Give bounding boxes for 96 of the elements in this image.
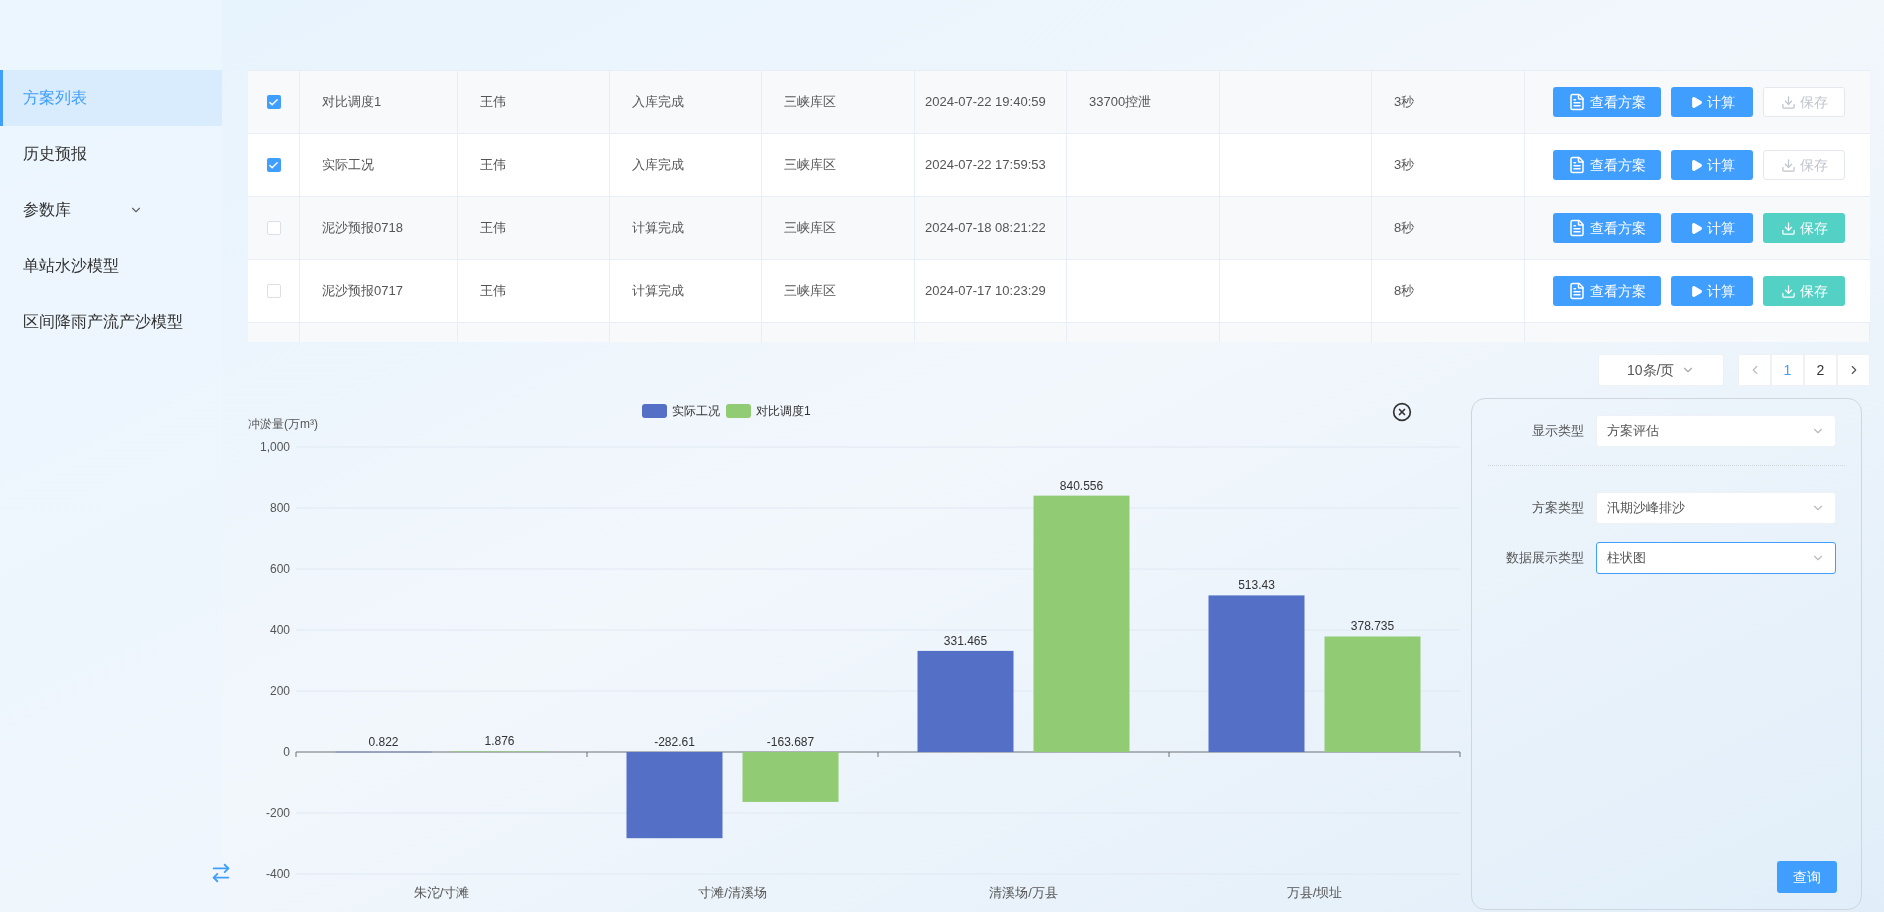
play-icon	[1689, 221, 1703, 235]
document-icon	[1568, 282, 1586, 300]
table-cell-text: 王伟	[480, 282, 506, 301]
data-label: 840.556	[1059, 478, 1104, 493]
sidebar-item[interactable]: 区间降雨产流产沙模型	[0, 294, 222, 350]
play-icon	[1689, 284, 1703, 298]
document-icon	[1568, 219, 1586, 237]
table-cell-text: 2024-07-18 08:21:22	[925, 219, 1047, 237]
document-icon	[1568, 156, 1586, 174]
save-button[interactable]: 保存	[1763, 276, 1845, 306]
sidebar-item[interactable]: 方案列表	[0, 70, 222, 126]
download-icon	[1780, 220, 1796, 236]
download-icon	[1780, 94, 1796, 110]
table-cell-text: 2024-07-22 17:59:53	[925, 156, 1047, 174]
table-cell-text: 王伟	[480, 156, 506, 175]
table-cell-text: 8秒	[1394, 282, 1415, 301]
category-label: 寸滩/清溪场	[698, 885, 767, 900]
legend-item[interactable]: 对比调度1	[726, 404, 811, 418]
page-button[interactable]: 2	[1804, 354, 1837, 386]
table-cell-text: 三峡库区	[784, 93, 836, 112]
table-cell-text: 三峡库区	[784, 219, 836, 238]
download-icon	[1780, 283, 1796, 299]
check-icon	[268, 159, 279, 171]
table-cell-text: 2024-07-17 10:23:29	[925, 282, 1047, 300]
view-plan-button[interactable]: 查看方案	[1553, 87, 1661, 117]
view-plan-button[interactable]: 查看方案	[1553, 276, 1661, 306]
next-page-button[interactable]	[1837, 354, 1870, 386]
calculate-button[interactable]: 计算	[1671, 213, 1753, 243]
calculate-button[interactable]: 计算	[1671, 276, 1753, 306]
row-checkbox[interactable]	[266, 158, 281, 172]
swap-arrows-icon[interactable]	[210, 862, 232, 884]
table-cell-text: 8秒	[1394, 219, 1415, 238]
y-tick-label: 1,000	[259, 440, 290, 454]
document-icon	[1568, 93, 1586, 111]
y-axis-title: 冲淤量(万m³)	[248, 417, 318, 431]
sidebar-item[interactable]: 参数库	[0, 182, 222, 238]
row-checkbox[interactable]	[266, 221, 281, 235]
query-button[interactable]: 查询	[1777, 861, 1837, 893]
table-cell-text: 3秒	[1394, 93, 1415, 112]
view-plan-button[interactable]: 查看方案	[1553, 213, 1661, 243]
table-cell-text: 计算完成	[632, 282, 684, 301]
save-button[interactable]: 保存	[1763, 213, 1845, 243]
data-label: 378.735	[1350, 619, 1395, 634]
category-label: 万县/坝址	[1286, 885, 1343, 900]
select-field[interactable]: 方案评估	[1596, 415, 1836, 447]
field-label: 显示类型	[1531, 422, 1585, 441]
legend-label: 对比调度1	[756, 404, 811, 418]
table-cell-text: 入库完成	[632, 93, 684, 112]
table-cell-text: 对比调度1	[322, 93, 382, 112]
table-cell-text: 三峡库区	[784, 282, 836, 301]
y-tick-label: -200	[265, 806, 290, 820]
page-size-select[interactable]: 10条/页	[1598, 354, 1724, 386]
data-label: 1.876	[484, 734, 515, 749]
field-label: 方案类型	[1531, 499, 1585, 518]
table-cell-text: 三峡库区	[784, 156, 836, 175]
data-label: 513.43	[1238, 578, 1275, 593]
data-label: 0.822	[368, 734, 399, 749]
download-icon	[1780, 157, 1796, 173]
table-cell-text: 泥沙预报0717	[322, 282, 403, 301]
data-label: 331.465	[943, 633, 988, 648]
y-tick-label: 600	[269, 562, 290, 576]
play-icon	[1689, 158, 1703, 172]
field-label: 数据展示类型	[1505, 549, 1585, 568]
row-checkbox[interactable]	[266, 284, 281, 298]
table-cell-text: 2024-07-22 19:40:59	[925, 93, 1047, 111]
play-icon	[1689, 95, 1703, 109]
y-tick-label: 200	[269, 684, 290, 698]
select-field[interactable]: 柱状图	[1596, 542, 1836, 574]
data-label: -282.61	[654, 735, 695, 749]
y-tick-label: 800	[269, 501, 290, 515]
legend-item[interactable]: 实际工况	[642, 404, 720, 418]
y-tick-label: -400	[265, 867, 290, 881]
close-icon[interactable]	[1392, 402, 1412, 422]
select-field[interactable]: 汛期沙峰排沙	[1596, 492, 1836, 524]
category-label: 清溪场/万县	[989, 885, 1058, 900]
legend-label: 实际工况	[672, 404, 720, 418]
table-cell-text: 实际工况	[322, 156, 374, 175]
y-tick-label: 0	[283, 745, 290, 759]
table-cell-text: 泥沙预报0718	[322, 219, 403, 238]
table-cell-text: 王伟	[480, 219, 506, 238]
calculate-button[interactable]: 计算	[1671, 87, 1753, 117]
y-tick-label: 400	[269, 623, 290, 637]
table-cell-text: 王伟	[480, 93, 506, 112]
table-cell-text: 3秒	[1394, 156, 1415, 175]
row-checkbox[interactable]	[266, 95, 281, 109]
sidebar-item[interactable]: 单站水沙模型	[0, 238, 222, 294]
table-cell-text: 33700控泄	[1089, 93, 1152, 112]
table-cell-text: 入库完成	[632, 156, 684, 175]
calculate-button[interactable]: 计算	[1671, 150, 1753, 180]
sidebar-item[interactable]: 历史预报	[0, 126, 222, 182]
page-button[interactable]: 1	[1771, 354, 1804, 386]
data-label: -163.687	[766, 735, 815, 749]
table-cell-text: 计算完成	[632, 219, 684, 238]
check-icon	[268, 96, 279, 108]
category-label: 朱沱/寸滩	[413, 885, 470, 900]
view-plan-button[interactable]: 查看方案	[1553, 150, 1661, 180]
